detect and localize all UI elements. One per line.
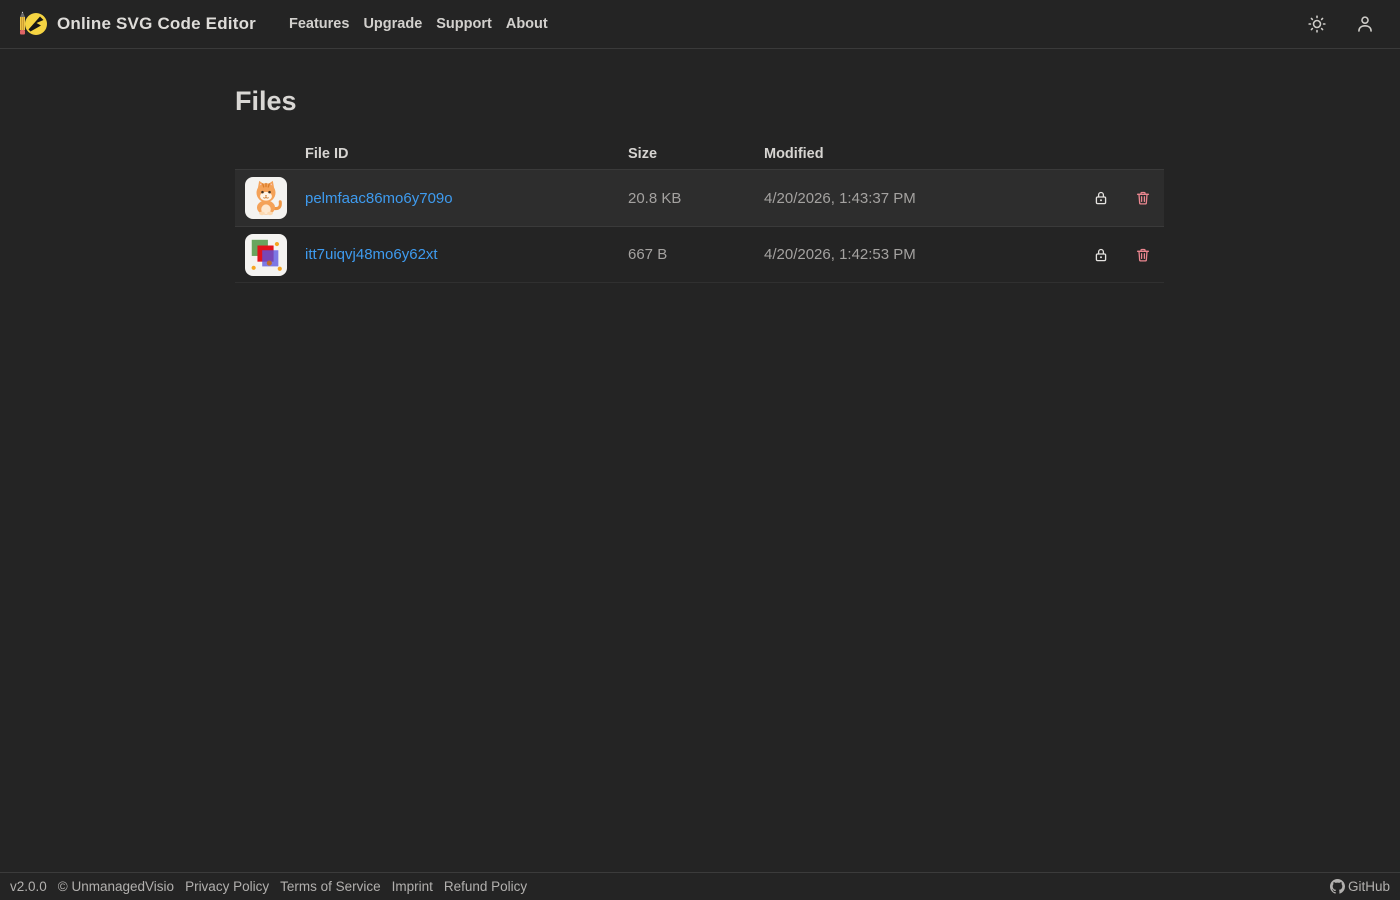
main-content: Files File ID Size Modified pelmfaac86mo… [0,49,1400,283]
lock-icon [1093,190,1109,206]
page-title: Files [235,86,297,116]
account-button[interactable] [1354,13,1376,35]
file-thumbnail-cat[interactable] [245,177,287,219]
copyright-label: © UnmanagedVisio [57,879,175,894]
file-id-link[interactable]: itt7uiqvj48mo6y62xt [305,246,438,263]
lock-button[interactable] [1089,243,1113,267]
file-id-link[interactable]: pelmfaac86mo6y709o [305,190,453,207]
file-size: 20.8 KB [628,189,682,207]
footer-link-imprint[interactable]: Imprint [392,879,433,894]
table-row: itt7uiqvj48mo6y62xt 667 B 4/20/2026, 1:4… [235,226,1164,283]
main-nav: Features Upgrade Support About [282,10,555,38]
lock-icon [1093,247,1109,263]
pencil-ball-logo-icon [16,8,48,40]
trash-icon [1135,190,1151,206]
files-table: File ID Size Modified pelmfaac86mo6y709o… [235,139,1164,283]
brand[interactable]: Online SVG Code Editor [16,8,256,40]
nav-link-support[interactable]: Support [429,10,499,38]
nav-link-upgrade[interactable]: Upgrade [356,10,429,38]
version-label: v2.0.0 [10,879,47,894]
lock-button[interactable] [1089,186,1113,210]
nav-link-features[interactable]: Features [282,10,356,38]
footer-link-refund[interactable]: Refund Policy [444,879,527,894]
github-link[interactable]: GitHub [1329,879,1390,894]
person-icon [1356,15,1374,33]
col-file-id-header: File ID [305,146,349,162]
delete-button[interactable] [1131,186,1155,210]
col-modified-header: Modified [764,146,824,162]
github-label: GitHub [1347,879,1390,894]
col-size-header: Size [628,146,658,162]
file-size: 667 B [628,246,668,263]
table-header: File ID Size Modified [235,139,1164,169]
brand-title: Online SVG Code Editor [57,14,256,33]
overlapping-squares-icon [247,236,285,274]
nav-icons [1306,13,1376,35]
navbar: Online SVG Code Editor Features Upgrade … [0,0,1400,49]
sun-icon [1308,15,1326,33]
footer-link-privacy[interactable]: Privacy Policy [185,879,269,894]
nav-link-about[interactable]: About [499,10,555,38]
file-modified: 4/20/2026, 1:42:53 PM [764,246,916,263]
file-modified: 4/20/2026, 1:43:37 PM [764,189,916,207]
cat-illustration-icon [247,179,285,217]
theme-toggle-button[interactable] [1306,13,1328,35]
file-thumbnail-squares[interactable] [245,233,287,276]
table-row: pelmfaac86mo6y709o 20.8 KB 4/20/2026, 1:… [235,169,1164,226]
footer: v2.0.0 © UnmanagedVisio Privacy Policy T… [0,872,1400,900]
delete-button[interactable] [1131,243,1155,267]
github-icon [1329,879,1345,894]
trash-icon [1135,247,1151,263]
footer-link-terms[interactable]: Terms of Service [280,879,381,894]
